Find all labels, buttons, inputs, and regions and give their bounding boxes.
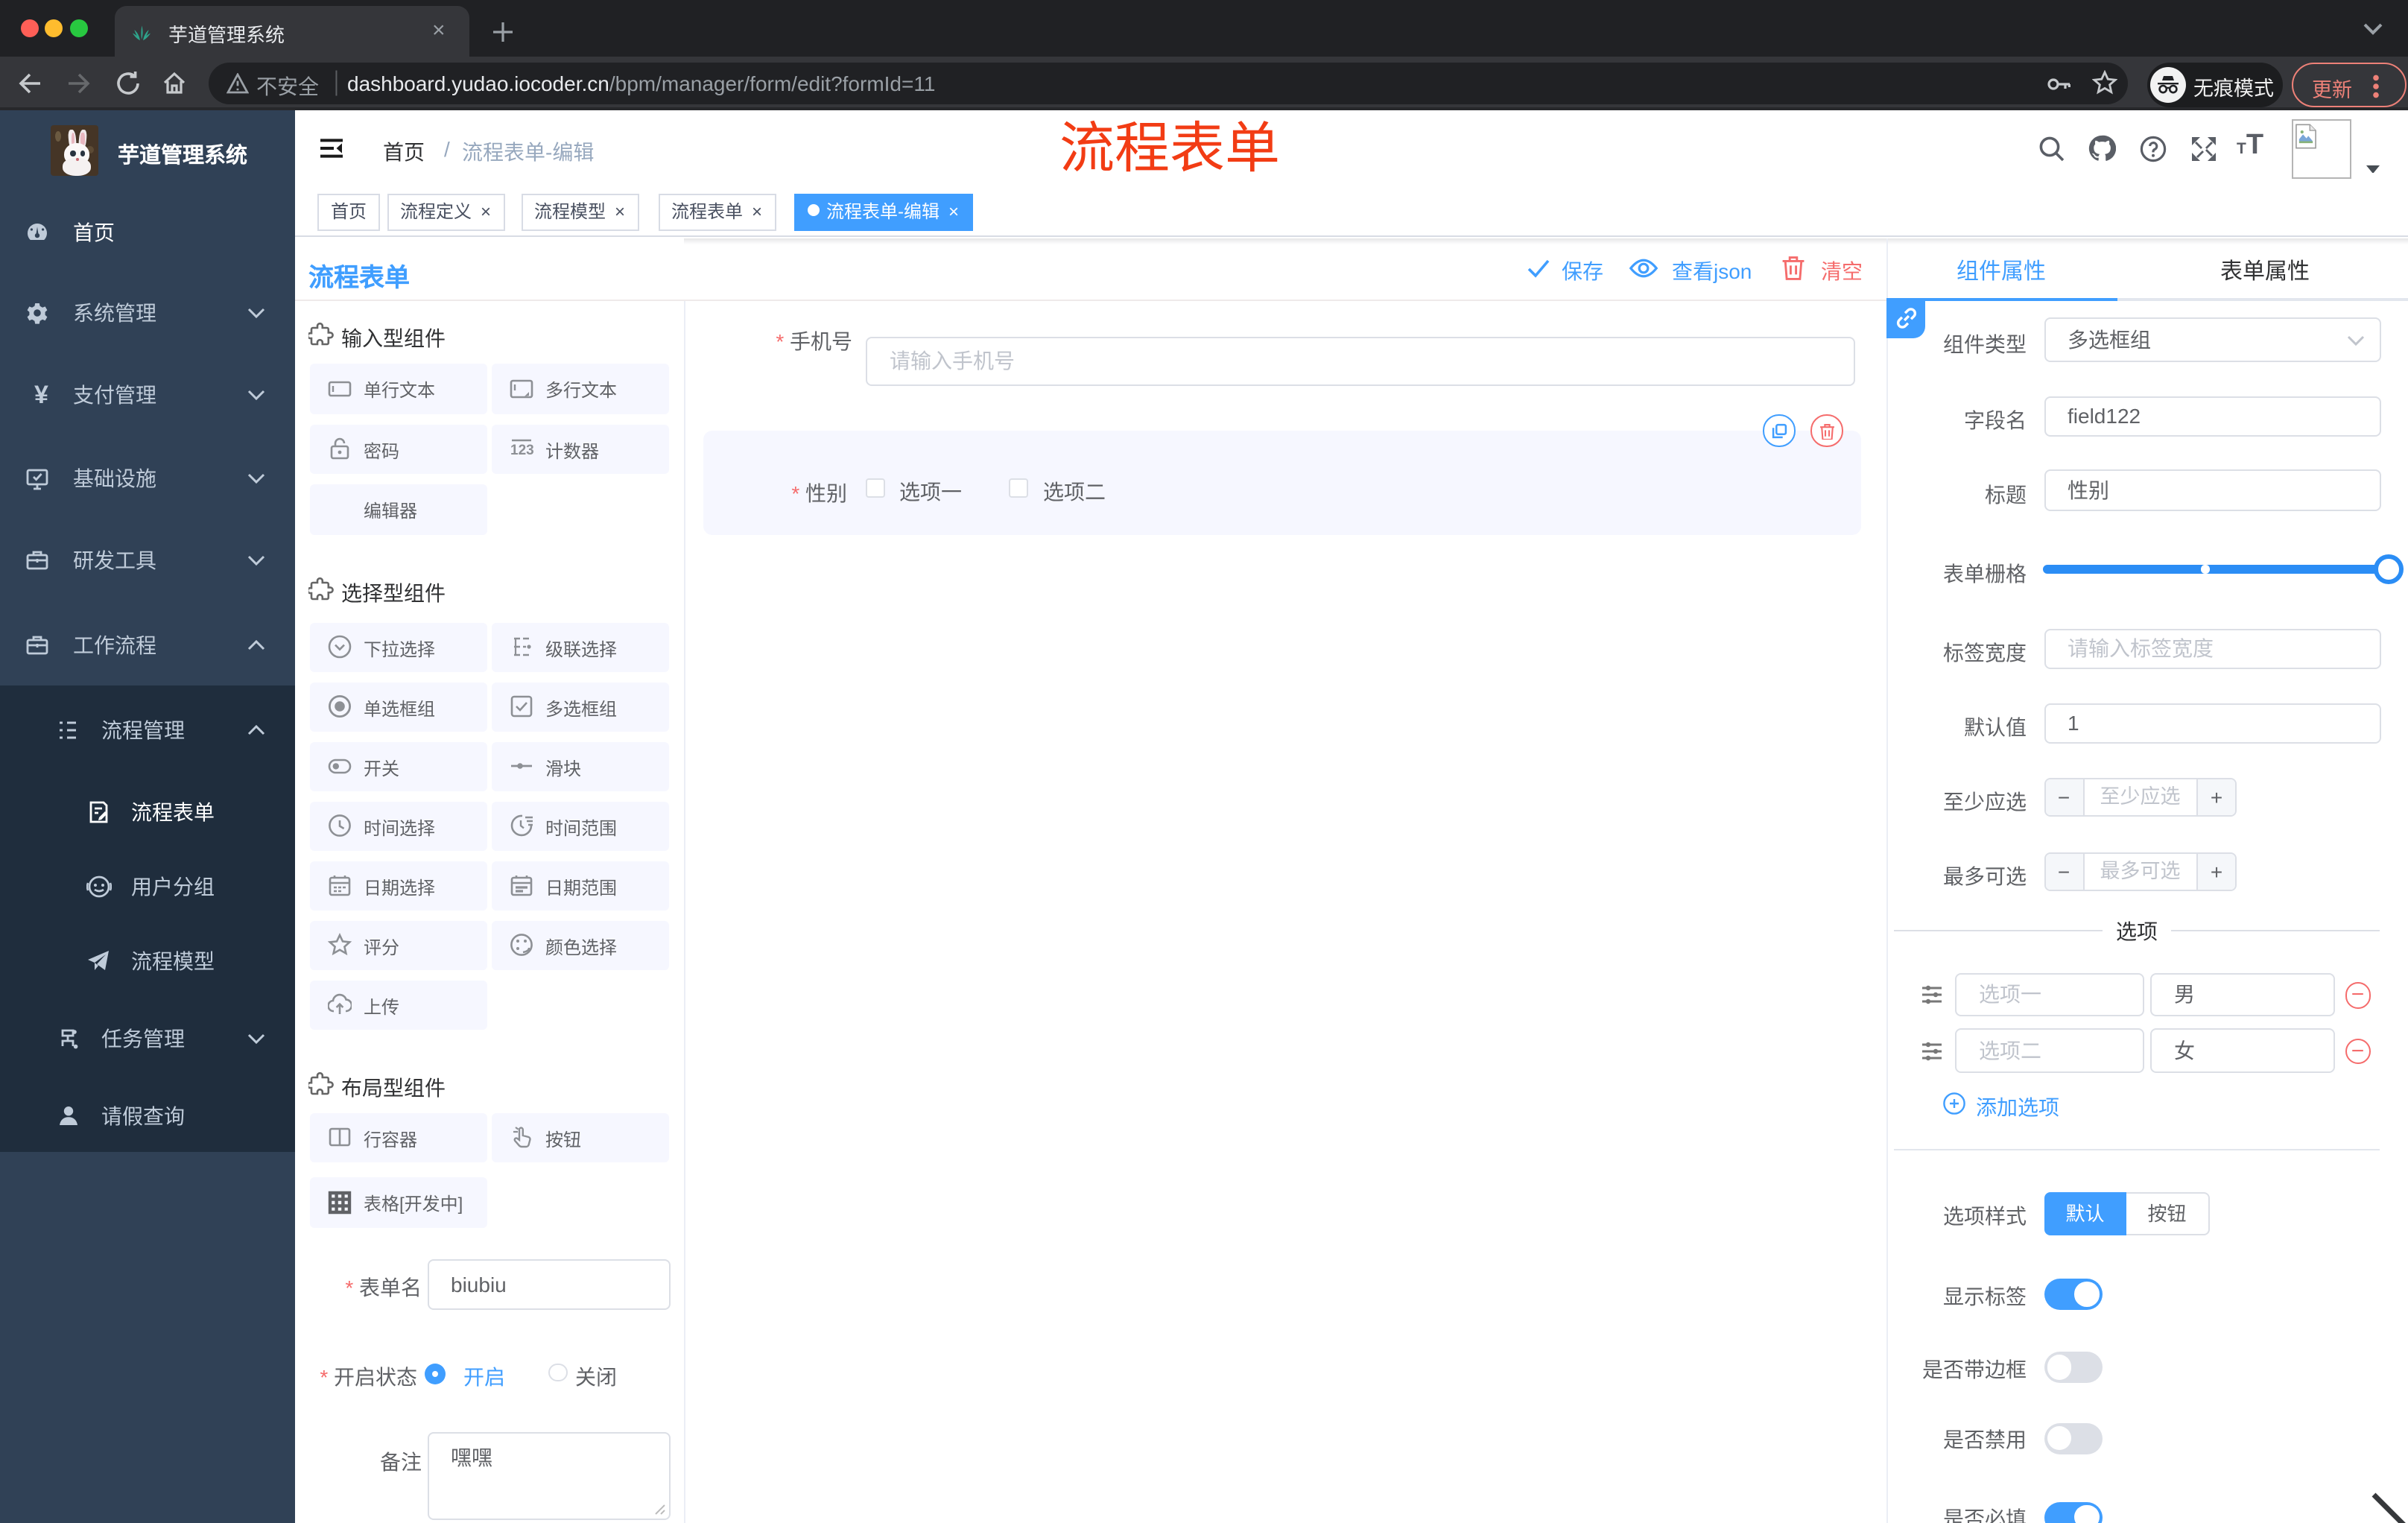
svg-text:123: 123: [510, 443, 533, 458]
